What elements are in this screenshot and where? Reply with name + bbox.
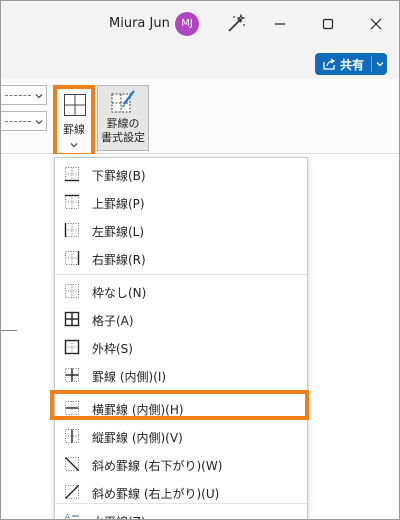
menu-item-inside-vertical-border[interactable]: 縦罫線 (内側)(V) <box>55 423 307 449</box>
app-window: Miura Jun MJ 共有 罫線 罫線の 書式設定 下罫線(B) 上罫線(P… <box>0 0 400 520</box>
chevron-down-icon[interactable] <box>376 60 384 68</box>
menu-item-inside-borders[interactable]: 罫線 (内側)(I) <box>55 362 307 388</box>
menu-item-label: 外枠(S) <box>92 342 133 356</box>
menu-item-bottom-border[interactable]: 下罫線(B) <box>55 161 307 187</box>
format-borders-icon <box>111 90 135 113</box>
no-border-icon <box>65 284 79 298</box>
borders-menu: 下罫線(B) 上罫線(P) 左罫線(L) 右罫線(R) 枠なし(N) 格子(A) 外枠(S)… <box>54 157 308 520</box>
inside-vertical-border-icon <box>65 429 79 443</box>
minimize-icon[interactable] <box>269 13 291 35</box>
menu-item-label: 右罫線(R) <box>92 253 146 267</box>
left-border-icon <box>64 223 79 237</box>
diagonal-up-border-icon <box>65 485 79 499</box>
top-border-icon <box>65 194 79 209</box>
borders-button[interactable]: 罫線 <box>53 85 95 157</box>
inside-borders-icon <box>65 368 79 382</box>
menu-item-label: 斜め罫線 (右下がり)(W) <box>92 459 223 473</box>
borders-label: 罫線 <box>63 123 85 136</box>
menu-separator <box>55 503 307 504</box>
menu-item-label: 斜め罫線 (右上がり)(U) <box>92 487 220 501</box>
ribbon: 罫線 罫線の 書式設定 <box>1 79 399 157</box>
diagonal-down-border-icon <box>65 457 79 471</box>
menu-item-label: 縦罫線 (内側)(V) <box>92 431 183 445</box>
outside-borders-icon <box>64 339 80 355</box>
share-divider <box>371 56 372 72</box>
menu-item-label: 左罫線(L) <box>92 225 145 239</box>
menu-item-left-border[interactable]: 左罫線(L) <box>55 217 307 243</box>
menu-item-label: 罫線 (内側)(I) <box>92 370 167 384</box>
avatar[interactable]: MJ <box>175 12 199 36</box>
all-borders-icon <box>64 311 80 327</box>
menu-item-horizontal-line[interactable]: A 水平線(Z) <box>55 507 307 520</box>
bottom-border-icon <box>65 167 79 182</box>
menu-item-label: 枠なし(N) <box>92 286 147 300</box>
menu-item-label: 格子(A) <box>92 314 134 328</box>
chevron-down-icon <box>35 120 43 125</box>
menu-item-right-border[interactable]: 右罫線(R) <box>55 245 307 271</box>
menu-item-diagonal-up-border[interactable]: 斜め罫線 (右上がり)(U) <box>55 479 307 505</box>
menu-item-no-border[interactable]: 枠なし(N) <box>55 278 307 304</box>
horizontal-line-icon: A <box>65 513 79 520</box>
line-weight-dropdown[interactable] <box>1 111 47 131</box>
maximize-icon[interactable] <box>317 13 339 35</box>
line-style-dropdown[interactable] <box>1 85 47 105</box>
title-bar: Miura Jun MJ <box>1 1 399 47</box>
share-label: 共有 <box>340 58 365 72</box>
menu-item-diagonal-down-border[interactable]: 斜め罫線 (右下がり)(W) <box>55 451 307 477</box>
menu-item-label: 下罫線(B) <box>92 169 146 183</box>
menu-item-all-borders[interactable]: 格子(A) <box>55 306 307 332</box>
chevron-down-icon <box>70 143 78 148</box>
close-icon[interactable] <box>365 13 387 35</box>
highlight-box <box>50 390 309 420</box>
format-borders-label: 罫線の 書式設定 <box>101 117 145 144</box>
right-border-icon <box>65 251 80 265</box>
menu-separator <box>55 274 307 275</box>
share-row: 共有 <box>1 47 399 79</box>
svg-text:A: A <box>65 513 70 520</box>
user-name[interactable]: Miura Jun <box>109 16 170 31</box>
menu-item-top-border[interactable]: 上罫線(P) <box>55 189 307 215</box>
magic-wand-icon[interactable] <box>225 13 247 35</box>
borders-grid-icon <box>64 94 86 116</box>
share-button[interactable]: 共有 <box>315 53 387 75</box>
share-icon <box>323 58 336 70</box>
format-borders-button[interactable]: 罫線の 書式設定 <box>97 85 149 151</box>
chevron-down-icon <box>35 94 43 99</box>
menu-item-outside-borders[interactable]: 外枠(S) <box>55 334 307 360</box>
menu-item-label: 水平線(Z) <box>92 513 146 519</box>
menu-item-label: 上罫線(P) <box>92 197 145 211</box>
